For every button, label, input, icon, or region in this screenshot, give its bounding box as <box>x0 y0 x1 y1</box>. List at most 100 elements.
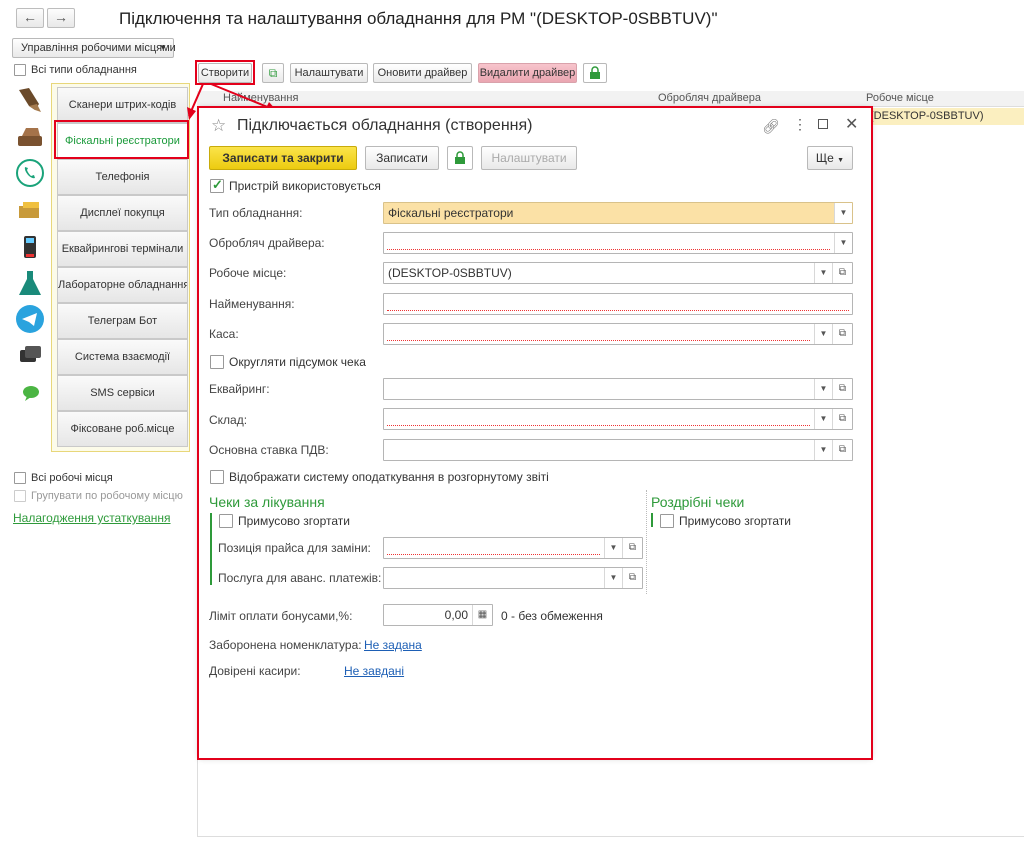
cash-label: Каса: <box>209 327 239 341</box>
tab-barcode-scanners[interactable]: Сканери штрих-кодів <box>57 87 188 123</box>
forbidden-nomenclature-link[interactable]: Не задана <box>364 638 422 652</box>
group-by-workplace-checkbox[interactable] <box>14 490 26 502</box>
write-close-button[interactable]: Записати та закрити <box>209 146 357 170</box>
equipment-dialog: ☆ Підключається обладнання (створення) 🔗… <box>199 108 871 758</box>
bonus-limit-field[interactable]: 0,00 ▦ <box>383 604 493 626</box>
tab-acquiring-terminals[interactable]: Еквайрингові термінали <box>57 231 188 267</box>
telegram-icon[interactable] <box>15 304 45 334</box>
tab-customer-displays[interactable]: Дисплеї покупця <box>57 195 188 231</box>
cash-field[interactable]: ▼ ⧉ <box>383 323 853 345</box>
tab-telegram-bot[interactable]: Телеграм Бот <box>57 303 188 339</box>
dialog-configure-button[interactable]: Налаштувати <box>481 146 577 170</box>
dialog-lock-button[interactable] <box>447 146 473 170</box>
calculator-icon[interactable]: ▦ <box>472 605 492 625</box>
tab-sms-services[interactable]: SMS сервіси <box>57 375 188 411</box>
all-workplaces-checkbox[interactable] <box>14 472 26 484</box>
table-row-workplace-cell[interactable]: (DESKTOP-0SBBTUV) <box>864 108 1024 125</box>
configure-button[interactable]: Налаштувати <box>290 63 368 83</box>
write-button[interactable]: Записати <box>365 146 439 170</box>
treatment-force-collapse-label: Примусово згортати <box>238 514 350 528</box>
lock-button[interactable] <box>583 63 607 83</box>
dropdown-arrow-icon[interactable]: ▼ <box>834 233 852 253</box>
open-icon[interactable]: ⧉ <box>832 263 852 283</box>
workplace-value: (DESKTOP-0SBBTUV) <box>388 266 512 280</box>
sms-icon[interactable] <box>15 378 45 408</box>
update-driver-button[interactable]: Оновити драйвер <box>373 63 472 83</box>
open-icon[interactable]: ⧉ <box>622 568 642 588</box>
dropdown-arrow-icon[interactable]: ▼ <box>814 409 832 429</box>
workplace-field[interactable]: (DESKTOP-0SBBTUV) ▼ ⧉ <box>383 262 853 284</box>
column-workplace[interactable]: Робоче місце <box>866 92 934 104</box>
tab-fiscal-registers[interactable]: Фіскальні реєстратори <box>57 123 188 159</box>
dropdown-arrow-icon[interactable]: ▼ <box>834 203 852 223</box>
tab-telephony[interactable]: Телефонія <box>57 159 188 195</box>
dropdown-arrow-icon: ▼ <box>837 157 845 164</box>
barcode-scanner-icon[interactable] <box>15 84 45 114</box>
workplace-label: Робоче місце: <box>209 266 287 280</box>
link-icon[interactable]: 🔗︎ <box>762 118 780 135</box>
forward-button[interactable]: → <box>47 8 75 28</box>
forbidden-nomenclature-label: Заборонена номенклатура: <box>209 638 362 652</box>
dropdown-arrow-icon[interactable]: ▼ <box>814 324 832 344</box>
dropdown-arrow-icon[interactable]: ▼ <box>814 379 832 399</box>
round-total-checkbox[interactable] <box>210 355 224 369</box>
acquiring-field[interactable]: ▼ ⧉ <box>383 378 853 400</box>
warehouse-field[interactable]: ▼ ⧉ <box>383 408 853 430</box>
tab-interaction-system[interactable]: Система взаємодії <box>57 339 188 375</box>
dropdown-arrow-icon[interactable]: ▼ <box>604 538 622 558</box>
bonus-limit-note: 0 - без обмеження <box>501 609 603 623</box>
phone-icon[interactable] <box>15 158 45 188</box>
chat-icon[interactable] <box>15 342 45 372</box>
warehouse-label: Склад: <box>209 413 248 427</box>
tab-lab-equipment[interactable]: Лабораторне обладнання <box>57 267 188 303</box>
tax-system-label: Відображати систему оподаткування в розг… <box>229 470 549 484</box>
device-used-checkbox[interactable]: ✓ <box>210 177 224 193</box>
price-item-field[interactable]: ▼ ⧉ <box>383 537 643 559</box>
acquiring-label: Еквайринг: <box>209 382 270 396</box>
more-label: Ще <box>815 151 834 165</box>
dropdown-arrow-icon[interactable]: ▼ <box>814 440 832 460</box>
customer-display-icon[interactable] <box>15 196 45 226</box>
back-button[interactable]: ← <box>16 8 44 28</box>
treatment-force-collapse-checkbox[interactable] <box>219 514 233 528</box>
more-vertical-icon[interactable]: ⋮ <box>793 116 807 133</box>
column-driver-handler[interactable]: Обробляч драйвера <box>658 92 761 104</box>
close-icon[interactable]: ✕ <box>845 114 858 134</box>
fiscal-register-icon[interactable] <box>15 122 45 152</box>
retail-checks-header: Роздрібні чеки <box>651 494 745 510</box>
price-item-label: Позиція прайса для заміни: <box>218 541 371 555</box>
retail-force-collapse-checkbox[interactable] <box>660 514 674 528</box>
checkmark-icon: ✓ <box>212 177 223 192</box>
equipment-setup-link[interactable]: Налагодження устаткування <box>13 511 171 525</box>
bonus-limit-value: 0,00 <box>444 608 468 622</box>
dropdown-arrow-icon[interactable]: ▼ <box>814 263 832 283</box>
maximize-icon[interactable] <box>818 119 828 129</box>
equipment-type-tabs: Сканери штрих-кодів Фіскальні реєстратор… <box>51 83 190 452</box>
advance-service-field[interactable]: ▼ ⧉ <box>383 567 643 589</box>
vat-field[interactable]: ▼ ⧉ <box>383 439 853 461</box>
lab-flask-icon[interactable] <box>15 268 45 298</box>
all-types-label: Всі типи обладнання <box>31 64 137 76</box>
group-divider <box>646 490 647 594</box>
all-types-checkbox[interactable] <box>14 64 26 76</box>
open-icon[interactable]: ⧉ <box>832 409 852 429</box>
table-bottom-border <box>197 836 1024 837</box>
open-icon[interactable]: ⧉ <box>832 324 852 344</box>
equipment-type-field[interactable]: Фіскальні реєстратори ▼ <box>383 202 853 224</box>
trusted-cashiers-link[interactable]: Не завдані <box>344 664 404 678</box>
name-field[interactable] <box>383 293 853 315</box>
open-icon[interactable]: ⧉ <box>622 538 642 558</box>
page-title: Підключення та налаштування обладнання д… <box>119 9 718 28</box>
tab-fixed-workplace[interactable]: Фіксоване роб.місце <box>57 411 188 447</box>
star-icon[interactable]: ☆ <box>211 116 226 136</box>
tax-system-checkbox[interactable] <box>210 470 224 484</box>
driver-handler-label: Обробляч драйвера: <box>209 236 325 250</box>
dropdown-arrow-icon[interactable]: ▼ <box>604 568 622 588</box>
payment-terminal-icon[interactable] <box>15 232 45 262</box>
open-icon[interactable]: ⧉ <box>832 379 852 399</box>
more-button[interactable]: Ще ▼ <box>807 146 853 170</box>
workplace-menu-button[interactable]: Управління робочими місцями ▼ <box>12 38 176 58</box>
driver-handler-field[interactable]: ▼ <box>383 232 853 254</box>
open-icon[interactable]: ⧉ <box>832 440 852 460</box>
delete-driver-button[interactable]: Видалити драйвер <box>478 63 577 83</box>
